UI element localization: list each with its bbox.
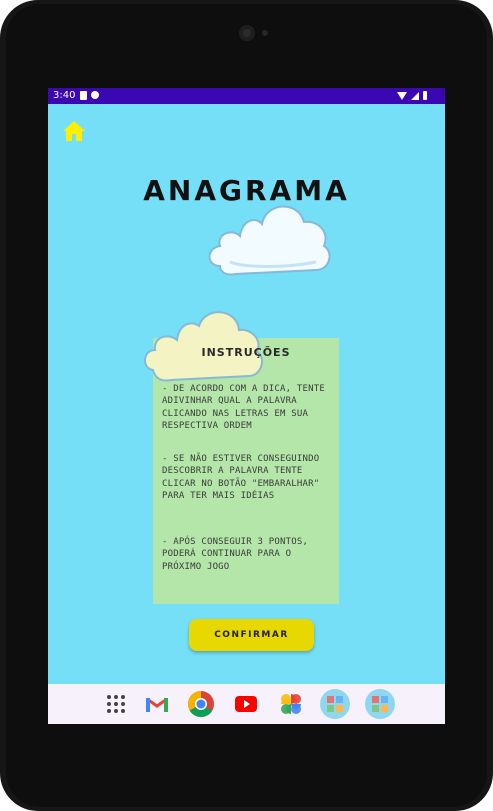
confirm-button[interactable]: CONFIRMAR xyxy=(189,619,314,651)
photos-icon[interactable] xyxy=(276,689,306,719)
instruction-text: - APÓS CONSEGUIR 3 PONTOS, PODERÁ CONTIN… xyxy=(162,537,309,572)
tablet-frame: 3:40 ANAGRAMA INSTRUÇÕES - DE ACORDO COM… xyxy=(0,0,493,811)
camera-sensor xyxy=(262,30,268,36)
instructions-title: INSTRUÇÕES xyxy=(201,346,291,359)
home-icon xyxy=(63,121,85,141)
wifi-icon xyxy=(397,92,407,100)
signal-icon xyxy=(411,92,419,100)
status-bar: 3:40 xyxy=(48,88,445,104)
instruction-text: - SE NÃO ESTIVER CONSEGUINDO DESCOBRIR A… xyxy=(162,454,320,501)
app-screen: 3:40 ANAGRAMA INSTRUÇÕES - DE ACORDO COM… xyxy=(48,88,445,724)
app-dock xyxy=(48,684,445,724)
app-grid-icon[interactable] xyxy=(101,689,131,719)
cloud-decoration xyxy=(208,205,331,276)
sim-icon xyxy=(80,91,87,100)
gmail-icon[interactable] xyxy=(142,689,172,719)
status-time: 3:40 xyxy=(53,90,76,101)
front-camera xyxy=(239,25,255,41)
instruction-text: - DE ACORDO COM A DICA, TENTE ADIVINHAR … xyxy=(162,384,325,431)
home-button[interactable] xyxy=(62,120,88,142)
page-title: ANAGRAMA xyxy=(143,174,350,207)
game-app-icon[interactable] xyxy=(365,689,395,719)
youtube-icon[interactable] xyxy=(231,689,261,719)
notification-icon xyxy=(91,91,99,99)
system-icons xyxy=(397,91,427,100)
instructions-panel: INSTRUÇÕES - DE ACORDO COM A DICA, TENTE… xyxy=(144,311,339,604)
chrome-icon[interactable] xyxy=(186,689,216,719)
game-app-icon[interactable] xyxy=(320,689,350,719)
notification-icons xyxy=(80,91,99,100)
battery-icon xyxy=(423,91,427,100)
